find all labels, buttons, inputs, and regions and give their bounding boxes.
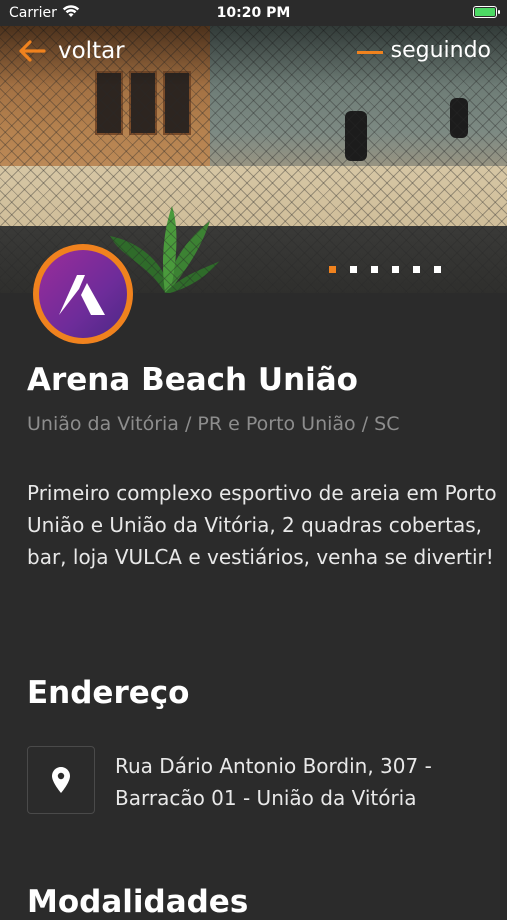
carousel-dot[interactable] — [392, 266, 399, 273]
location-pin-icon — [52, 767, 70, 793]
venue-location: União da Vitória / PR e Porto União / SC — [27, 413, 400, 435]
venue-logo — [33, 244, 133, 344]
back-button[interactable]: voltar — [18, 38, 125, 64]
follow-label: seguindo — [390, 38, 491, 63]
venue-description: Primeiro complexo esportivo de areia em … — [27, 481, 497, 569]
clock: 10:20 PM — [216, 5, 291, 21]
carousel-dot[interactable] — [350, 266, 357, 273]
arena-logo-icon — [59, 275, 105, 315]
map-location-button[interactable] — [27, 746, 95, 814]
carousel-dot[interactable] — [371, 266, 378, 273]
follow-toggle-button[interactable]: seguindo — [356, 38, 491, 63]
following-indicator-icon — [356, 51, 383, 54]
arrow-left-icon — [19, 40, 46, 62]
carousel-dot[interactable] — [329, 266, 336, 273]
back-label: voltar — [58, 38, 125, 64]
carousel-dot[interactable] — [413, 266, 420, 273]
modalities-section-title: Modalidades — [27, 884, 249, 920]
carousel-dot[interactable] — [434, 266, 441, 273]
carousel-pagination — [329, 266, 441, 273]
address-section-title: Endereço — [27, 675, 190, 711]
venue-address[interactable]: Rua Dário Antonio Bordin, 307 - Barracão… — [115, 750, 485, 814]
venue-name: Arena Beach União — [27, 362, 358, 398]
battery-icon — [473, 6, 500, 18]
status-bar: Carrier 10:20 PM — [0, 0, 507, 26]
